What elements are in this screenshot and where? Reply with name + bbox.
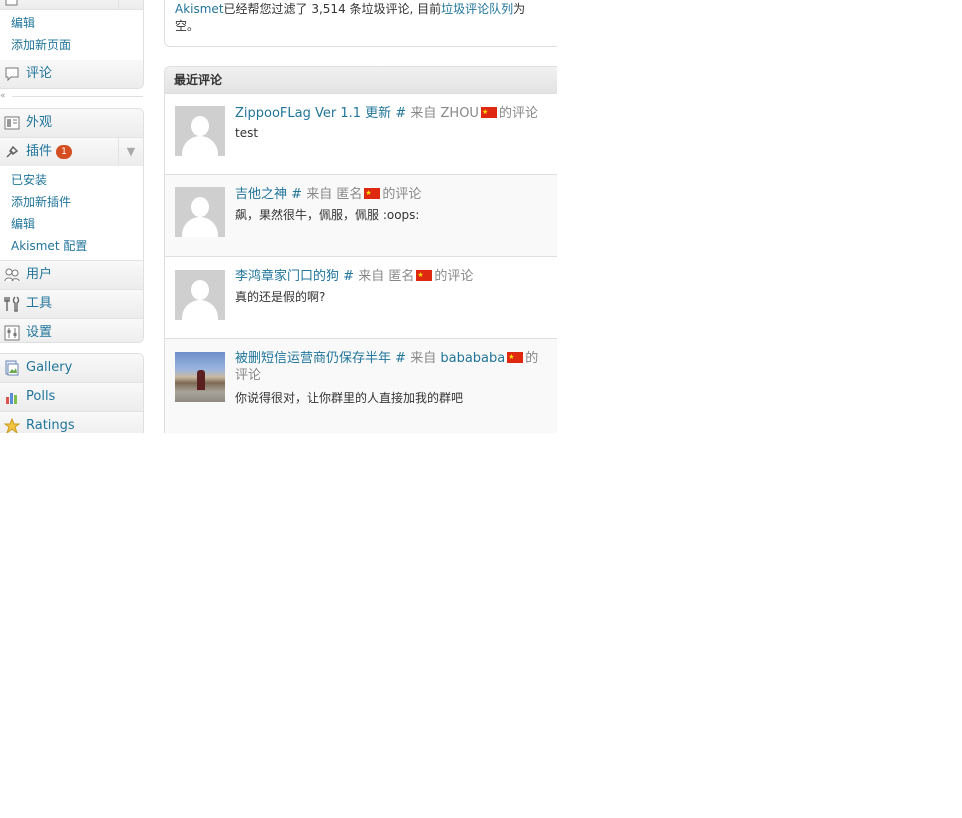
comment-permalink[interactable]: # bbox=[343, 269, 354, 284]
submenu-plugin-editor[interactable]: 编辑 bbox=[0, 213, 143, 235]
comment-text: 飙，果然很牛，佩服，佩服 :oops: bbox=[235, 208, 420, 222]
polls-icon bbox=[6, 393, 17, 404]
menu-ratings[interactable]: Ratings bbox=[0, 412, 143, 433]
menu-appearance[interactable]: 外观 bbox=[0, 109, 143, 138]
comment-meta: 被删短信运营商仍保存半年 # 来自 babababa的评论 bbox=[235, 349, 547, 384]
comment-meta: 李鸿章家门口的狗 # 来自 匿名 的评论 bbox=[235, 267, 547, 285]
plugins-submenu: 已安装 添加新插件 编辑 Akismet 配置 bbox=[0, 166, 143, 261]
comment-text: 真的还是假的啊? bbox=[235, 290, 326, 304]
comment-post-link[interactable]: 被删短信运营商仍保存半年 bbox=[235, 351, 391, 366]
menu-collapse[interactable]: « bbox=[0, 91, 143, 103]
plugins-update-badge: 1 bbox=[56, 145, 73, 159]
china-flag-icon bbox=[507, 349, 524, 366]
submenu-edit-pages[interactable]: 编辑 bbox=[0, 12, 143, 34]
menu-group-admin: 外观 插件1 ▼ 已安装 添加新插件 编辑 Akismet 配置 用户 工具 bbox=[0, 108, 144, 343]
comment-permalink[interactable]: # bbox=[291, 187, 302, 202]
recent-comments-title: 最近评论 bbox=[165, 67, 557, 94]
from-text: 来自 bbox=[306, 187, 333, 202]
comment-post-link[interactable]: 李鸿章家门口的狗 bbox=[235, 269, 339, 284]
admin-viewport: 页面 ▼ 编辑 添加新页面 评论 « 外观 插件1 bbox=[0, 0, 557, 433]
menu-users-label: 用户 bbox=[26, 267, 53, 282]
menu-group-plugins-extra: Gallery Polls Ratings bbox=[0, 353, 144, 433]
submenu-installed-plugins[interactable]: 已安装 bbox=[0, 169, 143, 191]
settings-icon bbox=[4, 325, 20, 341]
tools-icon bbox=[4, 296, 20, 312]
akismet-box: Akismet已经帮您过滤了 3,514 条垃圾评论, 目前垃圾评论队列为空。 bbox=[164, 0, 557, 47]
menu-tools-label: 工具 bbox=[26, 296, 53, 311]
pages-icon bbox=[5, 0, 18, 6]
appearance-icon bbox=[4, 116, 20, 130]
menu-polls-label: Polls bbox=[26, 389, 56, 404]
suffix-text: 的评论 bbox=[498, 106, 538, 121]
plugins-label-text: 插件 bbox=[26, 144, 53, 159]
menu-comments[interactable]: 评论 bbox=[0, 60, 143, 88]
menu-plugins-label: 插件 1 bbox=[26, 138, 73, 166]
menu-plugins-toggle[interactable]: ▼ bbox=[118, 138, 143, 166]
menu-settings[interactable]: 设置 bbox=[0, 319, 143, 342]
menu-comments-label: 评论 bbox=[26, 66, 53, 81]
comment-item: ZippooFLag Ver 1.1 更新 # 来自 ZHOU 的评论 test bbox=[165, 94, 557, 175]
menu-settings-label: 设置 bbox=[26, 325, 53, 340]
menu-appearance-label: 外观 bbox=[26, 115, 53, 130]
china-flag-icon bbox=[480, 104, 497, 121]
gallery-icon bbox=[5, 360, 19, 376]
menu-tools[interactable]: 工具 bbox=[0, 290, 143, 319]
menu-group-content: 页面 ▼ 编辑 添加新页面 评论 bbox=[0, 0, 144, 89]
menu-pages-toggle[interactable]: ▼ bbox=[118, 0, 143, 9]
plugins-icon bbox=[6, 145, 19, 158]
pages-submenu: 编辑 添加新页面 bbox=[0, 10, 143, 60]
menu-pages-label: 页面 bbox=[26, 0, 52, 3]
comment-permalink[interactable]: # bbox=[395, 106, 406, 121]
menu-plugins[interactable]: 插件 1 ▼ bbox=[0, 138, 143, 166]
menu-gallery[interactable]: Gallery bbox=[0, 354, 143, 383]
comment-text: 你说得很对，让你群里的人直接加我的群吧 bbox=[235, 391, 464, 405]
akismet-link[interactable]: Akismet bbox=[175, 2, 224, 16]
menu-ratings-label: Ratings bbox=[26, 418, 75, 433]
comment-author: babababa bbox=[440, 351, 506, 366]
submenu-add-page[interactable]: 添加新页面 bbox=[0, 34, 143, 56]
photo-avatar bbox=[175, 352, 225, 402]
china-flag-icon bbox=[364, 185, 381, 202]
spam-queue-link[interactable]: 垃圾评论队列 bbox=[441, 2, 513, 16]
comment-meta: 吉他之神 # 来自 匿名 的评论 bbox=[235, 185, 547, 203]
default-avatar bbox=[175, 270, 225, 320]
collapse-divider bbox=[12, 96, 143, 97]
submenu-add-plugin[interactable]: 添加新插件 bbox=[0, 191, 143, 213]
from-text: 来自 bbox=[410, 351, 437, 366]
menu-gallery-label: Gallery bbox=[26, 360, 73, 375]
comments-icon bbox=[5, 67, 19, 82]
users-icon bbox=[4, 268, 20, 282]
from-text: 来自 bbox=[410, 106, 437, 121]
suffix-text: 的评论 bbox=[434, 269, 474, 284]
menu-pages[interactable]: 页面 ▼ bbox=[0, 0, 143, 10]
from-text: 来自 bbox=[358, 269, 385, 284]
menu-polls[interactable]: Polls bbox=[0, 383, 143, 412]
collapse-icon[interactable]: « bbox=[0, 91, 6, 101]
menu-users[interactable]: 用户 bbox=[0, 261, 143, 290]
comment-post-link[interactable]: ZippooFLag Ver 1.1 更新 bbox=[235, 106, 391, 121]
comment-author: ZHOU bbox=[440, 106, 479, 121]
comment-meta: ZippooFLag Ver 1.1 更新 # 来自 ZHOU 的评论 bbox=[235, 104, 547, 122]
akismet-text-1: 已经帮您过滤了 3,514 条垃圾评论, 目前 bbox=[223, 2, 442, 16]
ratings-icon bbox=[4, 418, 20, 433]
default-avatar bbox=[175, 106, 225, 156]
china-flag-icon bbox=[416, 267, 433, 284]
default-avatar bbox=[175, 187, 225, 237]
comment-item: 李鸿章家门口的狗 # 来自 匿名 的评论 真的还是假的啊? bbox=[165, 257, 557, 339]
comment-author: 匿名 bbox=[388, 269, 415, 284]
akismet-status: Akismet已经帮您过滤了 3,514 条垃圾评论, 目前垃圾评论队列为空。 bbox=[175, 1, 535, 35]
comment-permalink[interactable]: # bbox=[395, 351, 406, 366]
suffix-text: 的评论 bbox=[382, 187, 422, 202]
comment-post-link[interactable]: 吉他之神 bbox=[235, 187, 287, 202]
comment-item: 被删短信运营商仍保存半年 # 来自 babababa的评论 你说得很对，让你群里… bbox=[165, 339, 557, 433]
comment-item: 吉他之神 # 来自 匿名 的评论 飙，果然很牛，佩服，佩服 :oops: bbox=[165, 175, 557, 257]
recent-comments-box: 最近评论 ZippooFLag Ver 1.1 更新 # 来自 ZHOU 的评论 … bbox=[164, 66, 557, 433]
comment-author: 匿名 bbox=[336, 187, 363, 202]
comment-text: test bbox=[235, 126, 259, 140]
submenu-akismet-config[interactable]: Akismet 配置 bbox=[0, 235, 143, 257]
